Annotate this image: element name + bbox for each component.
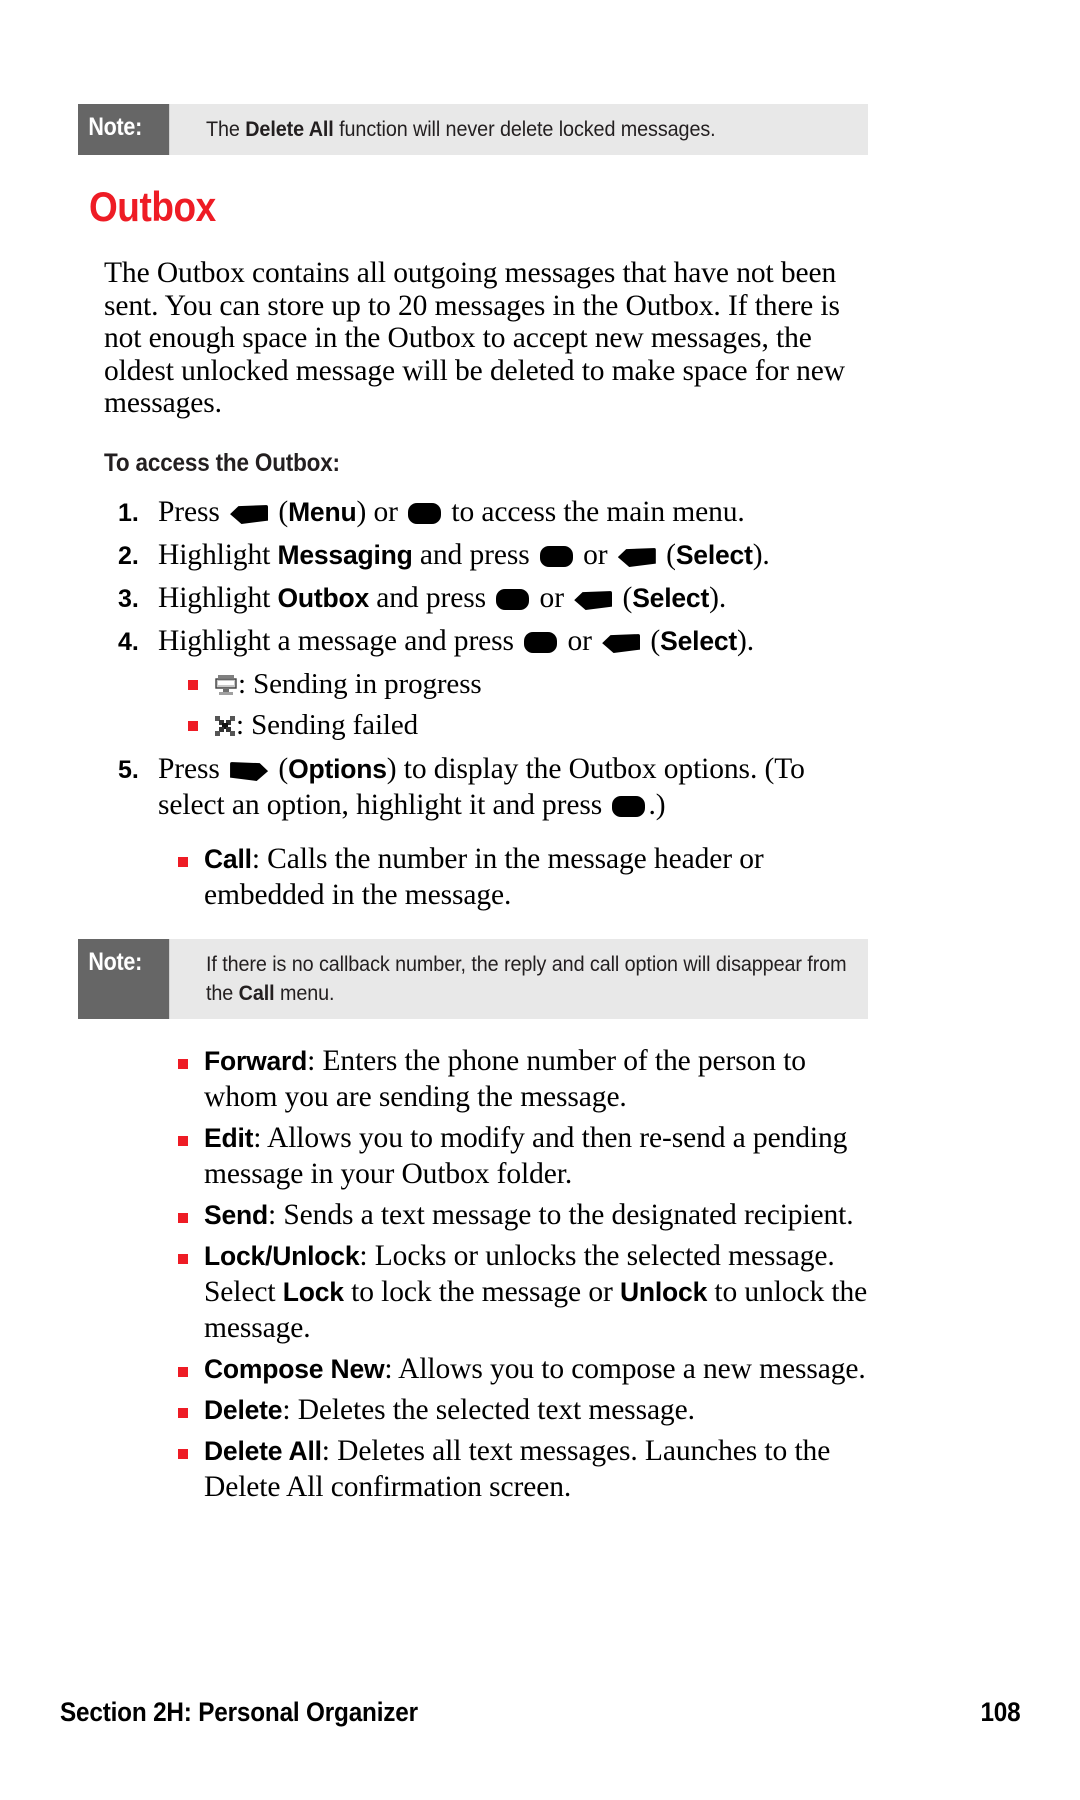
left-softkey-icon bbox=[574, 591, 613, 610]
status-icon-item: : Sending in progress bbox=[188, 666, 888, 702]
call-option-list: Call: Calls the number in the message he… bbox=[0, 841, 1080, 913]
note-text-after: menu. bbox=[274, 981, 335, 1005]
bullet-marker bbox=[178, 1043, 204, 1115]
option-label: Forward bbox=[204, 1046, 308, 1076]
key-label: Select bbox=[660, 626, 738, 656]
option-label: Compose New bbox=[204, 1354, 385, 1384]
footer-page-number: 108 bbox=[979, 1697, 1020, 1727]
note-text-bold: Delete All bbox=[245, 117, 334, 141]
key-label: Outbox bbox=[277, 583, 370, 613]
key-label: Messaging bbox=[277, 540, 413, 570]
option-label: Edit bbox=[204, 1123, 254, 1153]
document-page: Note: The Delete All function will never… bbox=[0, 0, 1080, 1800]
option-label: Call bbox=[204, 844, 252, 874]
note-text: If there is no callback number, the repl… bbox=[184, 939, 868, 1019]
bullet-marker bbox=[188, 666, 214, 702]
step-number: 5. bbox=[118, 756, 139, 784]
options-bullet-list: Forward: Enters the phone number of the … bbox=[0, 1043, 1080, 1505]
option-inline-label: Unlock bbox=[619, 1277, 708, 1307]
note-text-before: The bbox=[206, 117, 246, 141]
left-softkey-icon bbox=[230, 505, 269, 524]
option-item: Delete All: Deletes all text messages. L… bbox=[178, 1433, 878, 1505]
key-label: Options bbox=[288, 754, 387, 784]
key-label: Menu bbox=[288, 497, 357, 527]
footer-section-label: Section 2H: Personal Organizer bbox=[60, 1697, 418, 1727]
step-text: Press (Menu) or to access the main menu. bbox=[158, 496, 745, 528]
step-text: Highlight Messaging and press or (Select… bbox=[158, 539, 770, 571]
status-icon-list: : Sending in progress : Sending failed bbox=[0, 666, 1080, 743]
note-callout-top: Note: The Delete All function will never… bbox=[78, 104, 868, 155]
bullet-marker bbox=[178, 1197, 204, 1233]
status-icon-text: : Sending in progress bbox=[214, 666, 888, 702]
step-item: 4. Highlight a message and press or (Sele… bbox=[118, 623, 878, 659]
option-label: Delete All bbox=[204, 1436, 322, 1466]
bullet-marker bbox=[178, 1120, 204, 1192]
key-label: Select bbox=[675, 540, 753, 570]
page-footer: Section 2H: Personal Organizer 108 bbox=[60, 1697, 1020, 1728]
bullet-marker bbox=[178, 1392, 204, 1428]
step-text: Press (Options) to display the Outbox op… bbox=[158, 753, 805, 821]
numbered-steps: 1. Press (Menu) or to access the main men… bbox=[0, 494, 1080, 823]
option-label: Send bbox=[204, 1200, 268, 1230]
procedure-heading: To access the Outbox: bbox=[104, 449, 340, 477]
option-item: Compose New: Allows you to compose a new… bbox=[178, 1351, 878, 1387]
bullet-marker bbox=[178, 1238, 204, 1346]
step-item: 3. Highlight Outbox and press or (Select)… bbox=[118, 580, 878, 616]
option-text: Call: Calls the number in the message he… bbox=[204, 843, 764, 911]
option-item: Delete: Deletes the selected text messag… bbox=[178, 1392, 878, 1428]
step-item: 5. Press (Options) to display the Outbox … bbox=[118, 751, 878, 823]
step-item: 1. Press (Menu) or to access the main men… bbox=[118, 494, 878, 530]
option-text: Lock/Unlock: Locks or unlocks the select… bbox=[204, 1240, 868, 1344]
ok-key-icon bbox=[524, 632, 558, 653]
ok-key-icon bbox=[496, 589, 530, 610]
option-inline-label: Lock bbox=[282, 1277, 344, 1307]
option-item: Edit: Allows you to modify and then re-s… bbox=[178, 1120, 878, 1192]
bullet-marker bbox=[188, 707, 214, 743]
option-item: Forward: Enters the phone number of the … bbox=[178, 1043, 878, 1115]
key-label: Select bbox=[632, 583, 710, 613]
status-icon-text: : Sending failed bbox=[214, 707, 888, 743]
option-item: Call: Calls the number in the message he… bbox=[178, 841, 878, 913]
option-text: Delete: Deletes the selected text messag… bbox=[204, 1394, 695, 1426]
section-heading: Outbox bbox=[89, 183, 216, 230]
option-text: Send: Sends a text message to the design… bbox=[204, 1199, 854, 1231]
bullet-marker bbox=[178, 1433, 204, 1505]
option-text: Forward: Enters the phone number of the … bbox=[204, 1045, 806, 1113]
option-label: Delete bbox=[204, 1395, 283, 1425]
option-item: Lock/Unlock: Locks or unlocks the select… bbox=[178, 1238, 878, 1346]
option-text: Delete All: Deletes all text messages. L… bbox=[204, 1435, 831, 1503]
sending-in-progress-icon bbox=[214, 670, 238, 695]
option-item: Send: Sends a text message to the design… bbox=[178, 1197, 878, 1233]
option-text: Compose New: Allows you to compose a new… bbox=[204, 1353, 866, 1385]
step-text: Highlight a message and press or (Select… bbox=[158, 625, 755, 657]
ok-key-icon bbox=[408, 503, 442, 524]
note-label: Note: bbox=[78, 104, 170, 155]
option-label: Lock/Unlock bbox=[204, 1241, 360, 1271]
status-icon-item: : Sending failed bbox=[188, 707, 888, 743]
right-softkey-icon bbox=[230, 762, 269, 781]
step-item: 2. Highlight Messaging and press or (Sele… bbox=[118, 537, 878, 573]
note-text-bold: Call bbox=[238, 981, 275, 1005]
note-text-after: function will never delete locked messag… bbox=[333, 117, 716, 141]
left-softkey-icon bbox=[602, 634, 641, 653]
option-text: Edit: Allows you to modify and then re-s… bbox=[204, 1122, 848, 1190]
note-text: The Delete All function will never delet… bbox=[184, 104, 868, 155]
bullet-marker bbox=[178, 1351, 204, 1387]
sending-failed-icon bbox=[214, 710, 236, 736]
step-number: 3. bbox=[118, 585, 139, 613]
note-callout-bottom: Note: If there is no callback number, th… bbox=[78, 939, 868, 1019]
left-softkey-icon bbox=[617, 548, 656, 567]
ok-key-icon bbox=[612, 796, 646, 817]
step-text: Highlight Outbox and press or (Select). bbox=[158, 582, 727, 614]
ok-key-icon bbox=[539, 546, 573, 567]
step-number: 4. bbox=[118, 628, 139, 656]
note-label: Note: bbox=[78, 939, 170, 1019]
intro-paragraph: The Outbox contains all outgoing message… bbox=[104, 257, 845, 419]
bullet-marker bbox=[178, 841, 204, 913]
step-number: 1. bbox=[118, 499, 139, 527]
step-number: 2. bbox=[118, 542, 139, 570]
